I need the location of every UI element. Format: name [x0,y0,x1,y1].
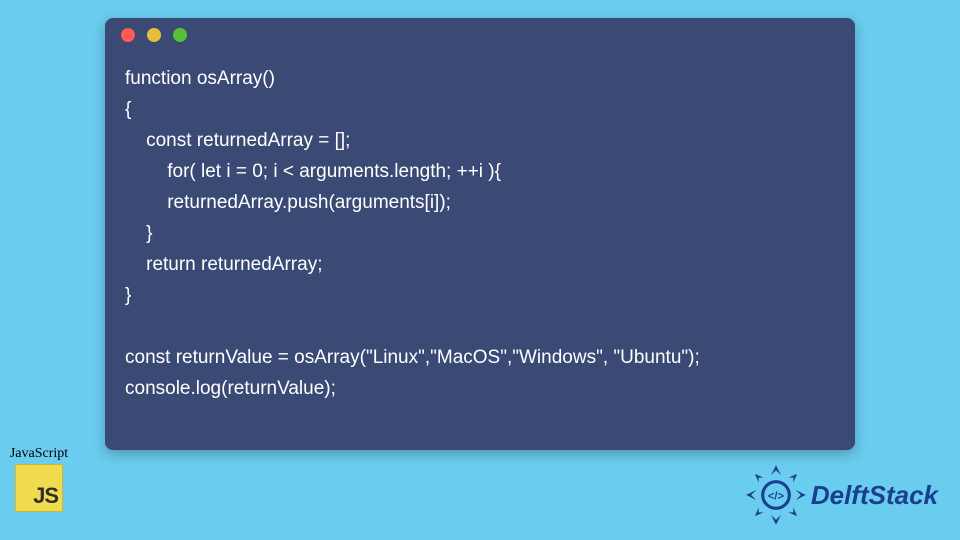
maximize-icon [173,28,187,42]
javascript-logo-text: JS [33,483,58,509]
minimize-icon [147,28,161,42]
javascript-badge: JavaScript JS [4,446,74,512]
delftstack-logo-icon: </> [745,464,807,526]
window-titlebar [105,18,855,52]
svg-text:</>: </> [768,490,785,502]
delftstack-brand-text: DelftStack [811,480,938,511]
close-icon [121,28,135,42]
delftstack-brand: </> DelftStack [745,464,938,526]
javascript-logo-icon: JS [15,464,63,512]
code-window: function osArray() { const returnedArray… [105,18,855,450]
code-block: function osArray() { const returnedArray… [105,52,855,421]
javascript-label: JavaScript [4,446,74,462]
